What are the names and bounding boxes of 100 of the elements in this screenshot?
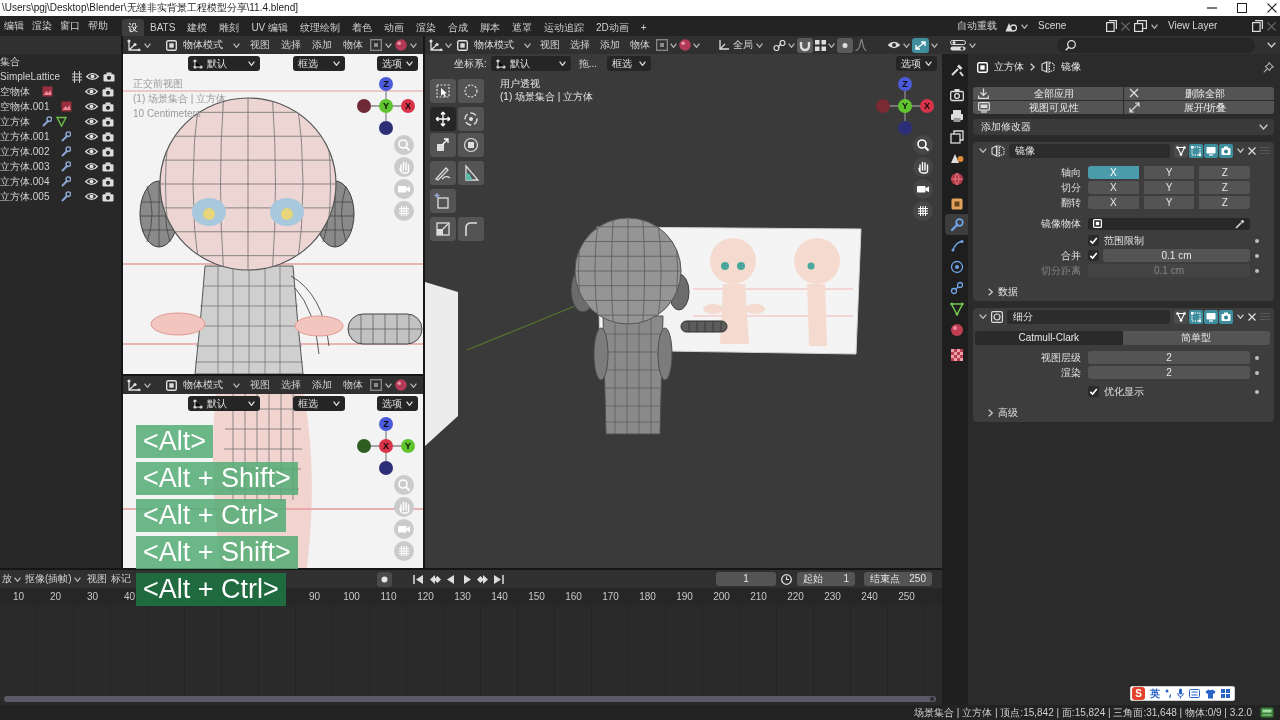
workspace-tab[interactable]: 脚本	[474, 19, 507, 36]
caret-icon[interactable]	[931, 42, 938, 48]
axis-toggle[interactable]: Y	[1143, 166, 1195, 179]
axis-toggle[interactable]: Y	[1143, 181, 1195, 194]
monitor-icon[interactable]	[1204, 143, 1218, 158]
object-name[interactable]: 立方体.005	[0, 190, 50, 203]
copy-icon[interactable]	[1252, 20, 1263, 32]
sphere-icon[interactable]	[395, 379, 407, 391]
caret-icon[interactable]	[670, 42, 677, 48]
play-reverse-icon[interactable]	[445, 573, 457, 585]
chevron-right-icon[interactable]	[988, 409, 993, 417]
input-mode-toggle[interactable]: 英	[1150, 687, 1160, 700]
camera-icon[interactable]	[1219, 309, 1233, 324]
skip-forward-icon[interactable]	[493, 573, 505, 585]
keyframe-dot-icon[interactable]	[1255, 355, 1259, 360]
caret-icon[interactable]	[233, 382, 240, 388]
mode-dropdown[interactable]: 物体模式	[163, 379, 243, 391]
add-modifier-dropdown[interactable]: 添加修改器	[973, 119, 1274, 135]
caret-icon[interactable]	[14, 576, 21, 582]
caret-icon[interactable]	[788, 42, 795, 48]
caret-icon[interactable]	[410, 42, 417, 48]
keyboard-icon[interactable]	[1189, 689, 1200, 698]
add-cube-icon[interactable]	[430, 189, 456, 213]
merge-distance-field[interactable]: 0.1 cm	[1103, 249, 1250, 262]
caret-icon[interactable]	[1151, 23, 1158, 29]
modifier-name-field[interactable]: 细分	[1007, 309, 1170, 324]
record-button-icon[interactable]	[377, 571, 392, 587]
menu-item[interactable]: 物体	[339, 37, 367, 53]
grid-icon[interactable]	[913, 201, 933, 221]
diagonal-arrow-icon[interactable]	[912, 37, 929, 53]
checkbox-label[interactable]: 优化显示	[1104, 385, 1144, 398]
menu-item[interactable]: 添加	[596, 37, 624, 53]
mirror-object-field[interactable]	[1088, 217, 1250, 230]
caret-icon[interactable]	[756, 42, 763, 48]
sphere-icon[interactable]	[679, 39, 691, 51]
caret-icon[interactable]	[693, 42, 700, 48]
horizontal-scrollbar[interactable]	[4, 696, 936, 702]
object-name[interactable]: SimpleLattice	[0, 70, 61, 83]
menu-item[interactable]: 渲染	[28, 18, 56, 34]
menu-item[interactable]: 选择	[277, 377, 305, 393]
wrench-icon[interactable]	[61, 176, 72, 187]
menu-item[interactable]: 物体	[339, 377, 367, 393]
drag-dropdown[interactable]: 拖...	[574, 55, 602, 72]
eye-icon[interactable]	[85, 162, 98, 171]
caret-icon[interactable]	[1237, 314, 1244, 319]
select-mode-dropdown[interactable]: 框选	[607, 56, 652, 71]
caret-icon[interactable]	[558, 61, 566, 66]
remove-icon[interactable]	[1267, 21, 1276, 31]
menu-item[interactable]: 帮助	[84, 18, 112, 34]
caret-icon[interactable]	[925, 61, 932, 66]
workspace-tab[interactable]: BATS	[144, 19, 182, 36]
breadcrumb-item[interactable]: 立方体	[994, 61, 1024, 73]
workspace-tab[interactable]: 2D动画	[590, 19, 635, 36]
current-frame-field[interactable]: 1	[716, 572, 776, 586]
add-workspace-button[interactable]: +	[634, 19, 653, 36]
checkbox[interactable]	[1088, 235, 1099, 246]
level-field[interactable]: 2	[1088, 366, 1250, 379]
mode-dropdown[interactable]: 物体模式	[163, 39, 243, 51]
options-dropdown[interactable]: 选项	[377, 56, 418, 71]
link-icon[interactable]	[773, 39, 786, 51]
select-box-icon[interactable]	[430, 79, 456, 103]
caret-icon[interactable]	[333, 401, 340, 406]
caret-icon[interactable]	[524, 42, 531, 48]
falloff-curve-icon[interactable]	[855, 39, 867, 51]
menu-dropdown[interactable]: 放	[0, 571, 23, 587]
caret-icon[interactable]	[73, 576, 81, 582]
menu-item[interactable]: 视图	[246, 377, 274, 393]
camera-icon[interactable]	[102, 146, 114, 157]
menu-item[interactable]: 视图	[536, 37, 564, 53]
image-icon[interactable]	[42, 86, 53, 97]
snap-grid-icon[interactable]	[815, 39, 826, 51]
modifier-name-field[interactable]: 镜像	[1009, 143, 1170, 158]
edit-mode-icon[interactable]	[1189, 309, 1203, 324]
shear-icon[interactable]	[430, 217, 456, 241]
auto-reload-menu[interactable]: 自动重载	[953, 18, 1001, 34]
camera-icon[interactable]	[102, 176, 114, 187]
grid-icon[interactable]	[1221, 689, 1230, 698]
caret-icon[interactable]	[333, 61, 340, 66]
object-name[interactable]: 立方体	[0, 115, 30, 128]
camera-icon[interactable]	[102, 101, 114, 112]
camera-icon[interactable]	[102, 86, 114, 97]
object-name[interactable]: 立方体.001	[0, 130, 50, 143]
axis-toggle[interactable]: X	[1088, 196, 1139, 209]
caret-icon[interactable]	[410, 382, 417, 388]
menu-dropdown[interactable]: 抠像(插帧)	[23, 571, 83, 587]
camera-icon[interactable]	[102, 116, 114, 127]
orientation-dropdown[interactable]: 默认	[188, 56, 260, 71]
workspace-tab[interactable]: 合成	[442, 19, 475, 36]
camera-icon[interactable]	[102, 161, 114, 172]
maximize-icon[interactable]	[1237, 3, 1247, 13]
keyframe-dot-icon[interactable]	[1255, 268, 1259, 273]
wrench-icon[interactable]	[61, 131, 72, 142]
shirt-icon[interactable]	[1205, 688, 1216, 699]
options-dropdown[interactable]: 选项	[377, 396, 418, 411]
menu-item[interactable]: 选择	[277, 37, 305, 53]
caret-icon[interactable]	[1237, 148, 1244, 153]
subpanel-title[interactable]: 数据	[998, 286, 1018, 298]
subdivision-type-tab[interactable]: 简单型	[1122, 331, 1270, 345]
caret-icon[interactable]	[385, 382, 392, 388]
workspace-tab[interactable]: 纹理绘制	[294, 19, 347, 36]
